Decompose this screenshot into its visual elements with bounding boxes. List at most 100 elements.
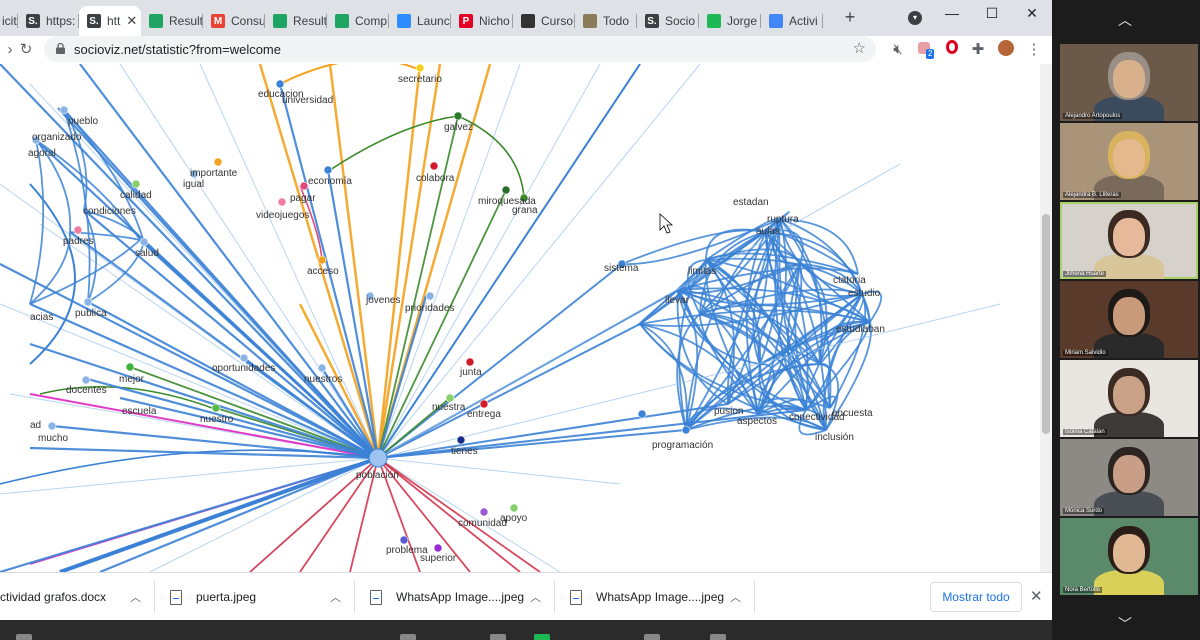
browser-tab[interactable]: P Nicho bbox=[451, 6, 513, 36]
taskbar-app-icon[interactable] bbox=[644, 634, 660, 640]
taskbar-app-icon[interactable] bbox=[400, 634, 416, 640]
graph-node bbox=[47, 421, 57, 431]
browser-tab[interactable]: Curso bbox=[513, 6, 575, 36]
tab-favicon-icon bbox=[335, 14, 349, 28]
browser-tab[interactable]: icit bbox=[0, 6, 18, 36]
new-tab-button[interactable]: + bbox=[840, 8, 860, 28]
tab-favicon-icon: S. bbox=[26, 14, 40, 28]
tab-favicon-icon: S. bbox=[87, 14, 101, 28]
network-graph[interactable]: pueblo organizado agoral calidad condiciones… bbox=[0, 64, 1040, 572]
browser-tab[interactable]: Launc bbox=[389, 6, 451, 36]
participant-name: Mónica Surdo bbox=[1063, 508, 1105, 514]
graph-node-label: estadan bbox=[733, 197, 769, 208]
graph-node-label: agoral bbox=[28, 148, 56, 159]
chevron-up-icon[interactable]: ︿ bbox=[730, 589, 741, 605]
lock-icon bbox=[56, 43, 65, 54]
browser-tab[interactable]: Result bbox=[141, 6, 203, 36]
graph-node-label: programación bbox=[652, 440, 713, 451]
bookmark-star-icon[interactable]: ☆ bbox=[853, 39, 866, 57]
scroll-up-chevron-icon[interactable]: ︿ bbox=[1118, 10, 1132, 30]
close-tab-icon[interactable]: ✕ bbox=[126, 13, 137, 29]
graph-node bbox=[131, 179, 141, 189]
extension-icon[interactable]: 2 bbox=[914, 40, 935, 60]
download-item[interactable]: WhatsApp Image....jpeg ︿ bbox=[370, 573, 541, 621]
graph-node-label: ad bbox=[30, 420, 41, 431]
browser-tab[interactable]: S. Socio bbox=[637, 6, 699, 36]
taskbar-app-icon[interactable] bbox=[710, 634, 726, 640]
graph-node-label: limitas bbox=[688, 266, 716, 277]
scrollbar-thumb[interactable] bbox=[1042, 214, 1050, 434]
participant-video-tile[interactable]: Mónica Surdo bbox=[1060, 439, 1198, 516]
graph-node-label: llevar bbox=[665, 295, 690, 306]
download-item[interactable]: ctividad grafos.docx ︿ bbox=[0, 573, 141, 621]
tab-strip: icit S. https: S. htt ✕ Result M Consu Result Comp… bbox=[0, 0, 1052, 36]
graph-node bbox=[637, 409, 647, 419]
browser-tab[interactable]: Todo bbox=[575, 6, 637, 36]
tab-favicon-icon bbox=[583, 14, 597, 28]
reload-icon[interactable]: ↻ bbox=[16, 40, 36, 60]
address-bar[interactable]: socioviz.net/statistic?from=welcome ☆ bbox=[44, 36, 876, 62]
participant-name: Jimena Huarte bbox=[1063, 271, 1107, 277]
minimize-button[interactable]: — bbox=[932, 2, 972, 24]
chevron-up-icon[interactable]: ︿ bbox=[530, 589, 541, 605]
browser-tab[interactable]: Jorge bbox=[699, 6, 761, 36]
close-downloads-icon[interactable]: ✕ bbox=[1030, 587, 1043, 605]
browser-tab[interactable]: Comp bbox=[327, 6, 389, 36]
download-item[interactable]: puerta.jpeg ︿ bbox=[170, 573, 341, 621]
graph-node bbox=[277, 197, 287, 207]
graph-node bbox=[433, 543, 443, 553]
graph-node-label: mejor bbox=[119, 374, 145, 385]
graph-node-label: superior bbox=[420, 553, 457, 564]
taskbar-app-icon[interactable] bbox=[490, 634, 506, 640]
tab-search-icon[interactable]: ▾ bbox=[908, 11, 922, 25]
browser-tab[interactable]: Activi bbox=[761, 6, 823, 36]
taskbar-app-icon[interactable] bbox=[16, 634, 32, 640]
opera-icon[interactable] bbox=[942, 40, 962, 60]
browser-tab[interactable]: Result bbox=[265, 6, 327, 36]
participant-video-tile[interactable]: Jimena Huarte bbox=[1060, 202, 1198, 279]
browser-tab[interactable]: S. htt ✕ bbox=[79, 6, 141, 36]
participant-video-tile[interactable]: Alejandra B. Lliteras bbox=[1060, 123, 1198, 200]
chevron-up-icon[interactable]: ︿ bbox=[330, 589, 341, 605]
graph-node-label: aspectos bbox=[737, 416, 777, 427]
graph-node bbox=[323, 165, 333, 175]
graph-node-label: prioridades bbox=[405, 303, 454, 314]
chevron-up-icon[interactable]: ︿ bbox=[130, 589, 141, 605]
graph-node-label: estudiaban bbox=[836, 324, 885, 335]
graph-node bbox=[73, 225, 83, 235]
graph-node-label: padres bbox=[63, 236, 94, 247]
participant-video-tile[interactable]: Miriam Salvidio bbox=[1060, 281, 1198, 358]
tab-label: Activi bbox=[789, 14, 818, 28]
extensions-puzzle-icon[interactable]: ✚ bbox=[968, 40, 988, 60]
file-icon bbox=[370, 589, 382, 605]
menu-icon[interactable]: ⋮ bbox=[1024, 40, 1044, 60]
browser-tab[interactable]: S. https: bbox=[18, 6, 79, 36]
graph-node-label: pagar bbox=[290, 193, 316, 204]
close-window-button[interactable]: ✕ bbox=[1012, 2, 1052, 24]
maximize-button[interactable]: ☐ bbox=[972, 2, 1012, 24]
graph-node-label: tienes bbox=[451, 446, 478, 457]
page-scrollbar[interactable] bbox=[1040, 64, 1052, 572]
graph-node-label: galvez bbox=[444, 122, 473, 133]
graph-node-label: junta bbox=[459, 367, 482, 378]
participant-video-tile[interactable]: Nora Bertollo bbox=[1060, 518, 1198, 595]
graph-node bbox=[453, 111, 463, 121]
show-all-downloads-button[interactable]: Mostrar todo bbox=[930, 582, 1022, 612]
graph-node-label: estudio bbox=[848, 288, 881, 299]
tab-favicon-icon bbox=[149, 14, 163, 28]
graph-node bbox=[299, 181, 309, 191]
participant-video-tile[interactable]: Alejandro Artopoulos bbox=[1060, 44, 1198, 121]
graph-node bbox=[681, 425, 691, 435]
graph-node-label: igual bbox=[183, 179, 204, 190]
participant-video-tile[interactable]: Isolina Catalan bbox=[1060, 360, 1198, 437]
download-item[interactable]: WhatsApp Image....jpeg ︿ bbox=[570, 573, 741, 621]
graph-node bbox=[479, 507, 489, 517]
browser-tab[interactable]: M Consu bbox=[203, 6, 265, 36]
scroll-down-chevron-icon[interactable]: ﹀ bbox=[1118, 614, 1132, 634]
graph-node-label: pueblo bbox=[68, 116, 98, 127]
mute-tab-icon[interactable]: 🔇︎ bbox=[888, 40, 908, 60]
graph-node bbox=[239, 353, 249, 363]
taskbar-app-icon[interactable] bbox=[534, 634, 550, 640]
tab-label: Jorge bbox=[727, 14, 758, 28]
profile-avatar[interactable] bbox=[996, 40, 1016, 60]
